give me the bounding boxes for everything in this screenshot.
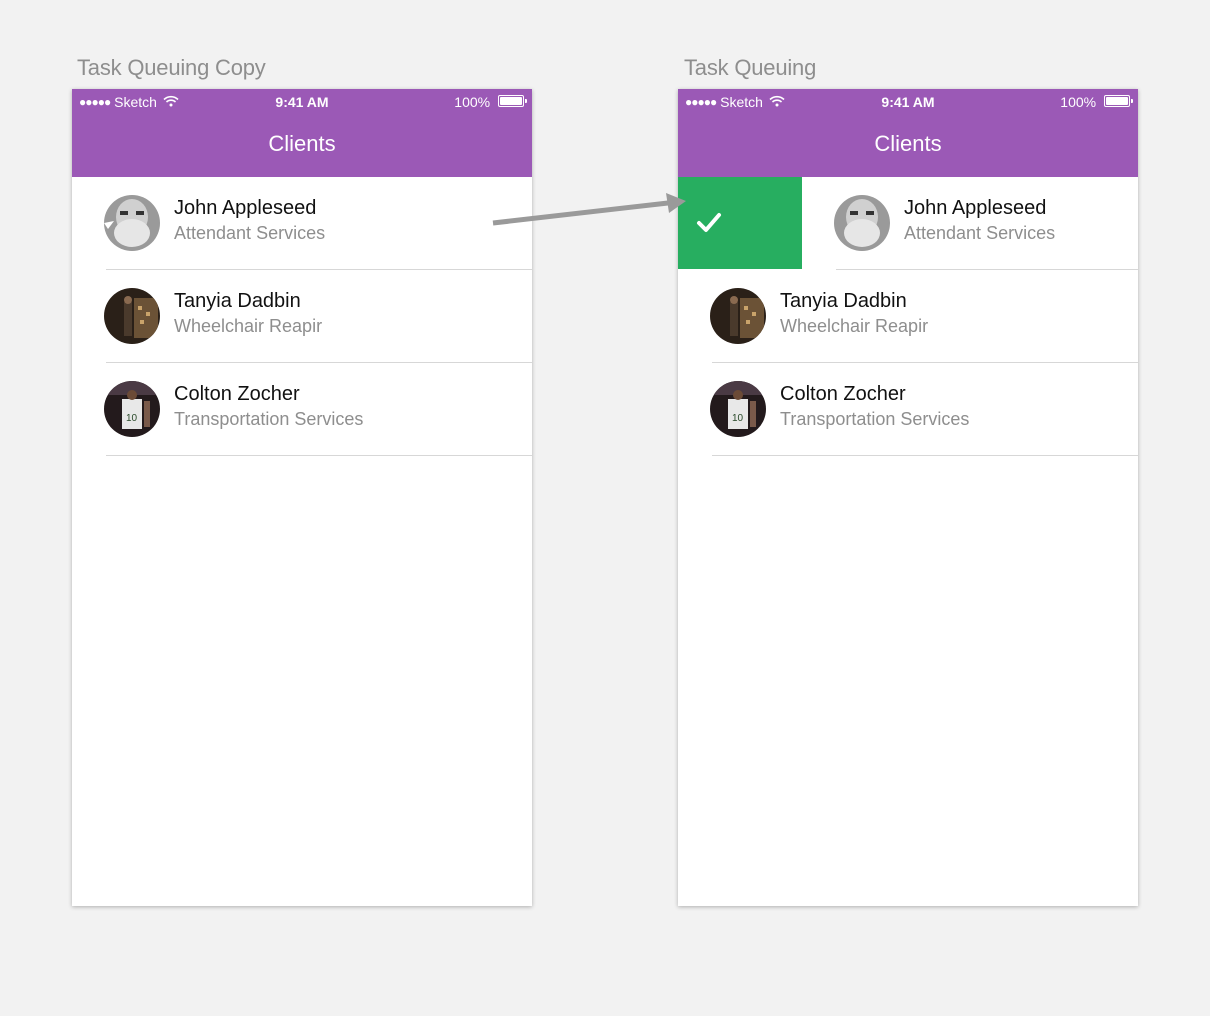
svg-text:10: 10 <box>732 413 744 424</box>
battery-status: 100% <box>1060 94 1133 110</box>
client-name: Tanyia Dadbin <box>174 290 301 312</box>
client-row-swiped[interactable]: John Appleseed Attendant Services <box>678 177 1138 270</box>
client-name: Colton Zocher <box>780 383 906 405</box>
client-service: Wheelchair Reapir <box>174 316 323 336</box>
artboard-label-task-queuing-copy: Task Queuing Copy <box>77 55 266 80</box>
artboard-label-task-queuing: Task Queuing <box>684 55 817 80</box>
flow-arrow-icon <box>492 193 686 226</box>
avatar <box>104 195 160 251</box>
client-name: John Appleseed <box>174 197 317 219</box>
phone-screen-task-queuing: ●●●●● Sketch 9:41 AM 100% Clients John A… <box>678 89 1138 906</box>
client-service: Attendant Services <box>174 223 326 243</box>
client-name: John Appleseed <box>904 197 1047 219</box>
client-name: Tanyia Dadbin <box>780 290 907 312</box>
row-divider <box>106 455 532 456</box>
battery-icon <box>498 95 527 108</box>
avatar <box>834 195 890 251</box>
avatar <box>104 288 160 344</box>
nav-bar: ●●●●● Sketch 9:41 AM 100% Clients <box>72 89 532 177</box>
battery-status: 100% <box>454 94 527 110</box>
complete-action-button[interactable] <box>678 177 802 269</box>
checkmark-icon <box>696 211 722 238</box>
client-row[interactable]: Tanyia Dadbin Wheelchair Reapir <box>678 270 1138 363</box>
battery-percent: 100% <box>454 94 491 110</box>
row-divider <box>712 455 1138 456</box>
client-row[interactable]: 10 Colton Zocher Transportation Services <box>678 363 1138 456</box>
status-bar: ●●●●● Sketch 9:41 AM 100% <box>72 94 532 112</box>
status-bar: ●●●●● Sketch 9:41 AM 100% <box>678 94 1138 112</box>
nav-title: Clients <box>268 131 336 156</box>
client-list: John Appleseed Attendant Services Tanyia… <box>678 177 1138 456</box>
avatar <box>710 288 766 344</box>
svg-text:10: 10 <box>126 413 138 424</box>
client-row[interactable]: John Appleseed Attendant Services <box>72 177 532 270</box>
client-row[interactable]: Tanyia Dadbin Wheelchair Reapir <box>72 270 532 363</box>
client-row[interactable]: 10 Colton Zocher Transportation Services <box>72 363 532 456</box>
phone-screen-task-queuing-copy: ●●●●● Sketch 9:41 AM 100% Clients John A… <box>72 89 532 906</box>
avatar: 10 <box>710 381 766 437</box>
nav-bar: ●●●●● Sketch 9:41 AM 100% Clients <box>678 89 1138 177</box>
client-name: Colton Zocher <box>174 383 300 405</box>
client-list: John Appleseed Attendant Services Tanyia… <box>72 177 532 456</box>
nav-title: Clients <box>874 131 942 156</box>
swiped-row-content: John Appleseed Attendant Services <box>802 177 1138 270</box>
client-service: Transportation Services <box>780 409 970 429</box>
client-service: Wheelchair Reapir <box>780 316 929 336</box>
client-service: Transportation Services <box>174 409 364 429</box>
avatar: 10 <box>104 381 160 437</box>
battery-icon <box>1104 95 1133 108</box>
client-service: Attendant Services <box>904 223 1056 243</box>
battery-percent: 100% <box>1060 94 1097 110</box>
